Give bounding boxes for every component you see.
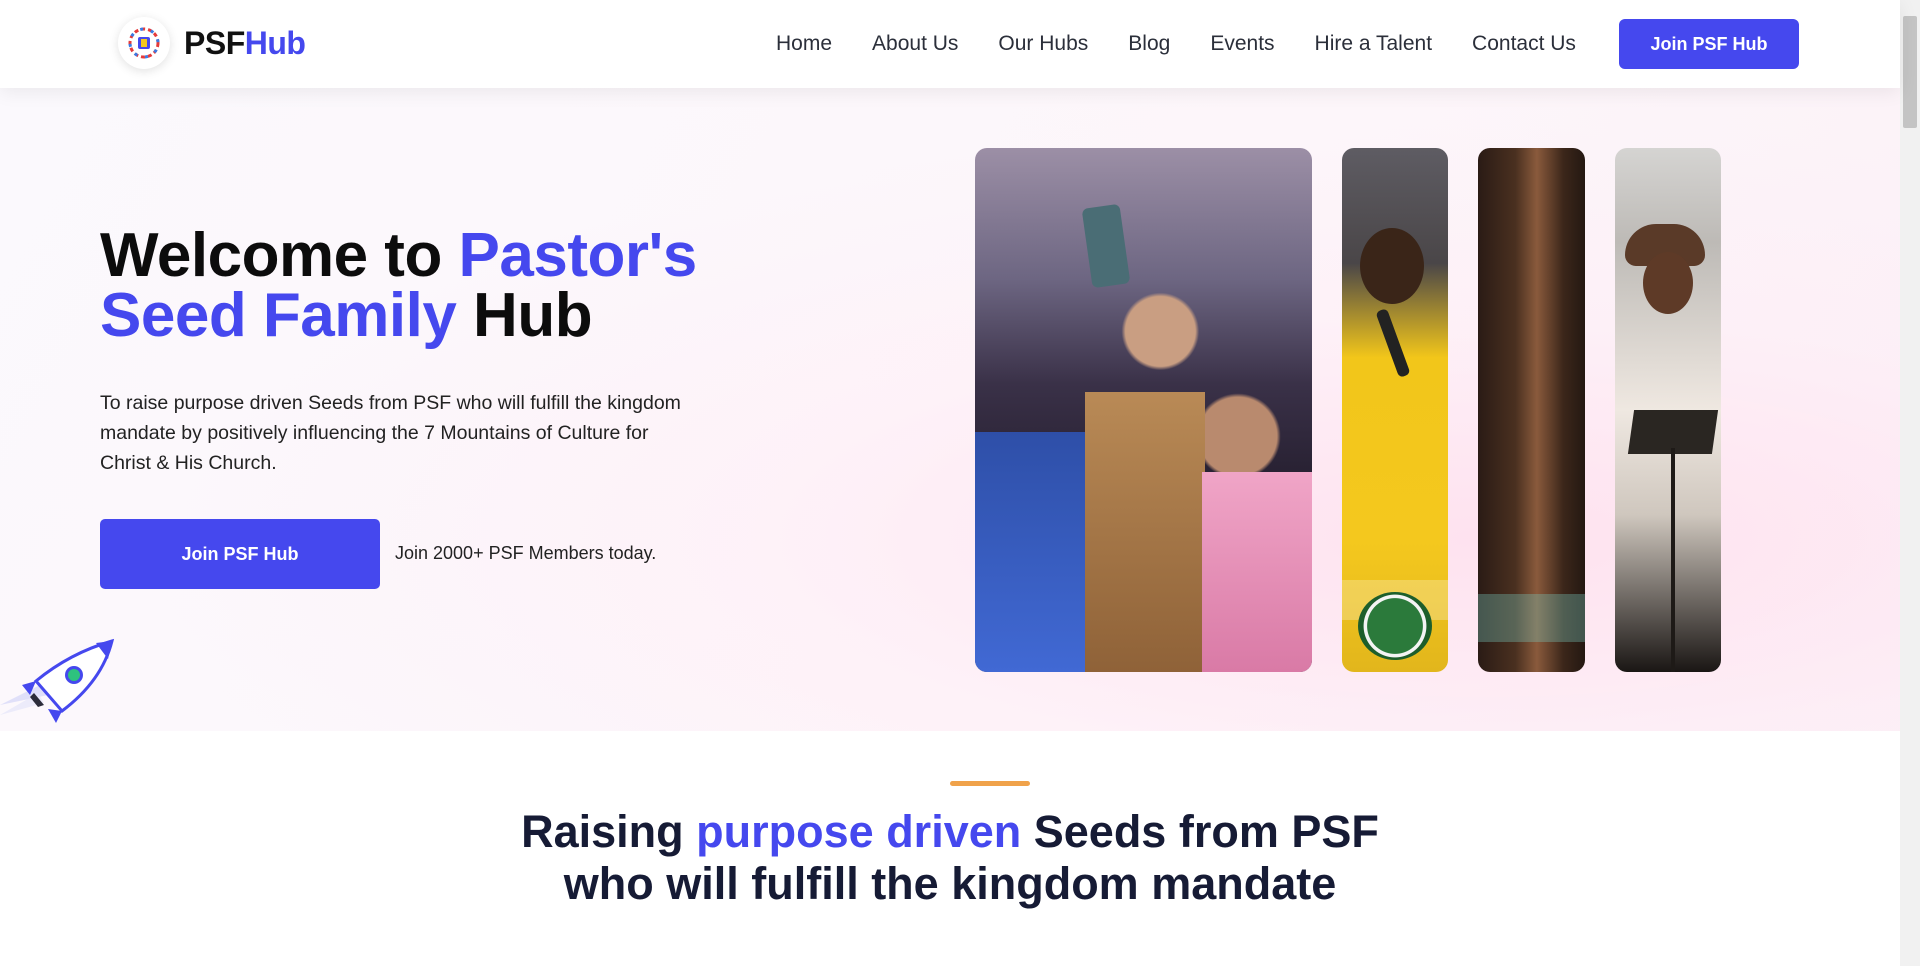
nav-home[interactable]: Home bbox=[776, 32, 832, 56]
mission-section: Raising purpose driven Seeds from PSF wh… bbox=[0, 731, 1900, 966]
main-nav: Home About Us Our Hubs Blog Events Hire … bbox=[776, 0, 1616, 88]
nav-contact-us[interactable]: Contact Us bbox=[1472, 32, 1576, 56]
logo[interactable]: PSFHub bbox=[118, 17, 306, 69]
nav-blog[interactable]: Blog bbox=[1128, 32, 1170, 56]
members-count-text: Join 2000+ PSF Members today. bbox=[395, 543, 657, 563]
join-psf-hub-hero-button[interactable]: Join PSF Hub bbox=[100, 519, 380, 589]
page-scrollbar[interactable] bbox=[1900, 0, 1920, 966]
brand-name-part1: PSF bbox=[184, 24, 245, 61]
nav-about-us[interactable]: About Us bbox=[872, 32, 958, 56]
hero-section: Welcome to Pastor's Seed Family Hub To r… bbox=[0, 88, 1900, 731]
mission-title-line2: who will fulfill the kingdom mandate bbox=[563, 858, 1337, 909]
psf-logo-icon bbox=[118, 17, 170, 69]
rocket-icon bbox=[0, 638, 115, 723]
site-header: PSFHub Home About Us Our Hubs Blog Event… bbox=[0, 0, 1900, 88]
join-psf-hub-header-button[interactable]: Join PSF Hub bbox=[1619, 19, 1799, 69]
page: PSFHub Home About Us Our Hubs Blog Event… bbox=[0, 0, 1920, 966]
nav-events[interactable]: Events bbox=[1210, 32, 1274, 56]
scrollbar-thumb[interactable] bbox=[1903, 16, 1917, 128]
nav-hire-a-talent[interactable]: Hire a Talent bbox=[1315, 32, 1433, 56]
mission-title-part2: Seeds from PSF bbox=[1021, 806, 1379, 857]
mission-title-part1: Raising bbox=[521, 806, 697, 857]
hero-description: To raise purpose driven Seeds from PSF w… bbox=[100, 392, 681, 474]
hero-title: Welcome to Pastor's Seed Family Hub bbox=[100, 225, 740, 347]
hero-title-part2: Hub bbox=[456, 281, 593, 350]
hero-photo-selfie bbox=[975, 148, 1312, 672]
accent-divider bbox=[950, 781, 1030, 786]
nav-our-hubs[interactable]: Our Hubs bbox=[998, 32, 1088, 56]
mission-title: Raising purpose driven Seeds from PSF wh… bbox=[0, 806, 1900, 910]
hero-title-part1: Welcome to bbox=[100, 221, 459, 290]
hero-photo-singer bbox=[1615, 148, 1721, 672]
hero-photo-speaker bbox=[1342, 148, 1448, 672]
brand-name: PSFHub bbox=[184, 24, 306, 62]
mission-title-highlight: purpose driven bbox=[696, 806, 1022, 857]
brand-name-part2: Hub bbox=[244, 24, 306, 61]
hero-photo-hands bbox=[1478, 148, 1585, 672]
